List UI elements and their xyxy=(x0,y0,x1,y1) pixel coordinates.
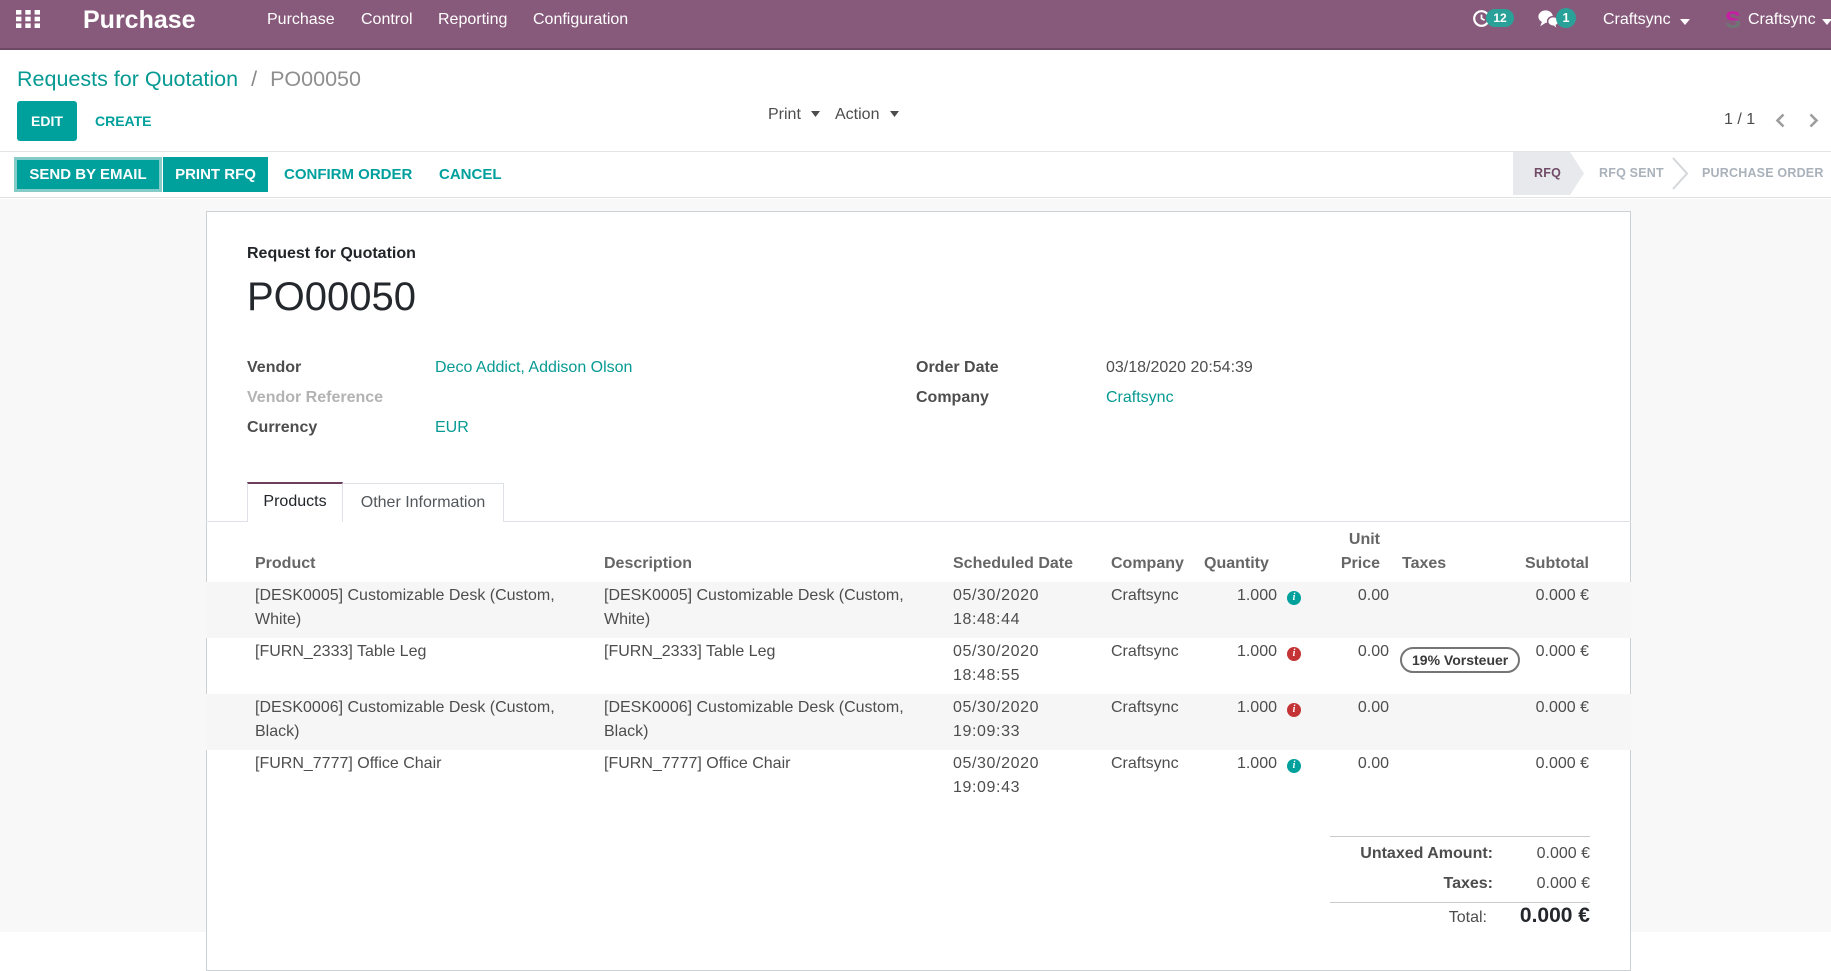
svg-text:S: S xyxy=(1725,9,1741,31)
